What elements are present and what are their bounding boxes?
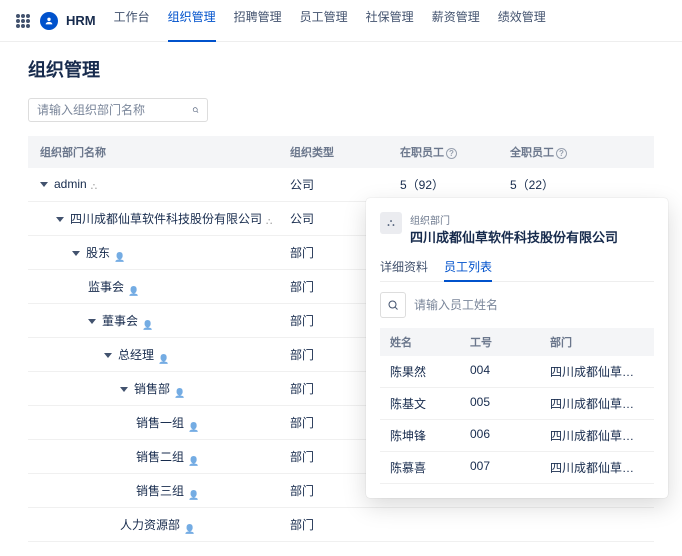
app-logo-icon (40, 12, 58, 30)
nav-tab-0[interactable]: 工作台 (114, 8, 150, 33)
org-icon: ⛬ (380, 212, 402, 234)
emp-name: 陈慕喜 (390, 459, 470, 476)
row-name: 四川成都仙草软件科技股份有限公司 (70, 212, 262, 226)
pcol-name: 姓名 (390, 334, 470, 350)
row-active: 5（92） (400, 176, 510, 193)
row-name: 销售部 (134, 382, 170, 396)
user-icon (184, 521, 194, 531)
table-header: 组织部门名称 组织类型 在职员工? 全职员工? (28, 136, 654, 168)
row-name: 监事会 (88, 280, 124, 294)
nav-tab-4[interactable]: 社保管理 (366, 8, 414, 33)
row-name: 总经理 (118, 348, 154, 362)
nav-tab-1[interactable]: 组织管理 (168, 8, 216, 33)
table-row[interactable]: admin 公司5（92）5（22） (28, 168, 654, 202)
panel-tab-0[interactable]: 详细资料 (380, 258, 428, 281)
row-name: 股东 (86, 246, 110, 260)
row-name: admin (54, 177, 87, 191)
emp-dept: 四川成都仙草软件科... (550, 459, 644, 476)
row-name: 人力资源部 (120, 518, 180, 532)
caret-icon[interactable] (72, 251, 80, 256)
emp-dept: 四川成都仙草软件科... (550, 395, 644, 412)
user-icon (174, 385, 184, 395)
row-name: 销售一组 (136, 416, 184, 430)
detail-panel: ⛬ 组织部门 四川成都仙草软件科技股份有限公司 详细资料员工列表 姓名 工号 部… (366, 198, 668, 498)
col-header-type: 组织类型 (290, 144, 400, 160)
emp-id: 006 (470, 427, 550, 444)
col-header-total: 全职员工? (510, 144, 642, 160)
search-icon (387, 299, 399, 311)
user-icon (128, 283, 138, 293)
caret-icon[interactable] (40, 182, 48, 187)
pcol-id: 工号 (470, 334, 550, 350)
app-header: HRM 工作台组织管理招聘管理员工管理社保管理薪资管理绩效管理 (0, 0, 682, 42)
user-icon (158, 351, 168, 361)
nav-tab-3[interactable]: 员工管理 (300, 8, 348, 33)
row-name: 销售二组 (136, 450, 184, 464)
user-icon (188, 487, 198, 497)
search-input[interactable] (37, 103, 192, 117)
user-icon (114, 249, 124, 259)
caret-icon[interactable] (104, 353, 112, 358)
row-name: 董事会 (102, 314, 138, 328)
emp-dept: 四川成都仙草软件科... (550, 363, 644, 380)
emp-id: 005 (470, 395, 550, 412)
panel-search (380, 292, 654, 318)
row-total: 5（22） (510, 176, 642, 193)
row-name: 销售三组 (136, 484, 184, 498)
user-icon (188, 419, 198, 429)
org-icon (266, 213, 272, 227)
page-title: 组织管理 (28, 56, 654, 82)
emp-id: 007 (470, 459, 550, 476)
panel-row[interactable]: 陈果然004四川成都仙草软件科... (380, 356, 654, 388)
pcol-dept: 部门 (550, 334, 644, 350)
col-header-name: 组织部门名称 (40, 144, 290, 160)
panel-row[interactable]: 陈坤锋006四川成都仙草软件科... (380, 420, 654, 452)
caret-icon[interactable] (56, 217, 64, 222)
app-name: HRM (66, 13, 96, 28)
table-row[interactable]: 人力资源部 部门 (28, 508, 654, 542)
emp-name: 陈果然 (390, 363, 470, 380)
emp-name: 陈基文 (390, 395, 470, 412)
panel-title: 四川成都仙草软件科技股份有限公司 (410, 227, 618, 246)
emp-id: 004 (470, 363, 550, 380)
apps-grid-icon[interactable] (16, 14, 30, 28)
panel-row[interactable]: 陈基文005四川成都仙草软件科... (380, 388, 654, 420)
panel-table-header: 姓名 工号 部门 (380, 328, 654, 356)
panel-header: ⛬ 组织部门 四川成都仙草软件科技股份有限公司 (380, 212, 654, 246)
row-type: 公司 (290, 176, 400, 193)
nav-tabs: 工作台组织管理招聘管理员工管理社保管理薪资管理绩效管理 (114, 8, 546, 33)
help-icon[interactable]: ? (446, 148, 457, 159)
col-header-active: 在职员工? (400, 144, 510, 160)
nav-tab-2[interactable]: 招聘管理 (234, 8, 282, 33)
panel-search-input[interactable] (414, 298, 654, 312)
org-icon (91, 178, 97, 192)
row-type: 部门 (290, 516, 400, 533)
caret-icon[interactable] (88, 319, 96, 324)
search-box (28, 98, 208, 122)
panel-tab-1[interactable]: 员工列表 (444, 258, 492, 281)
user-icon (188, 453, 198, 463)
panel-row[interactable]: 陈慕喜007四川成都仙草软件科... (380, 452, 654, 484)
emp-dept: 四川成都仙草软件科... (550, 427, 644, 444)
panel-tabs: 详细资料员工列表 (380, 258, 654, 282)
search-icon[interactable] (192, 104, 199, 116)
nav-tab-6[interactable]: 绩效管理 (498, 8, 546, 33)
caret-icon[interactable] (120, 387, 128, 392)
user-icon (142, 317, 152, 327)
panel-search-button[interactable] (380, 292, 406, 318)
nav-tab-5[interactable]: 薪资管理 (432, 8, 480, 33)
emp-name: 陈坤锋 (390, 427, 470, 444)
panel-subtitle: 组织部门 (410, 212, 618, 227)
help-icon[interactable]: ? (556, 148, 567, 159)
